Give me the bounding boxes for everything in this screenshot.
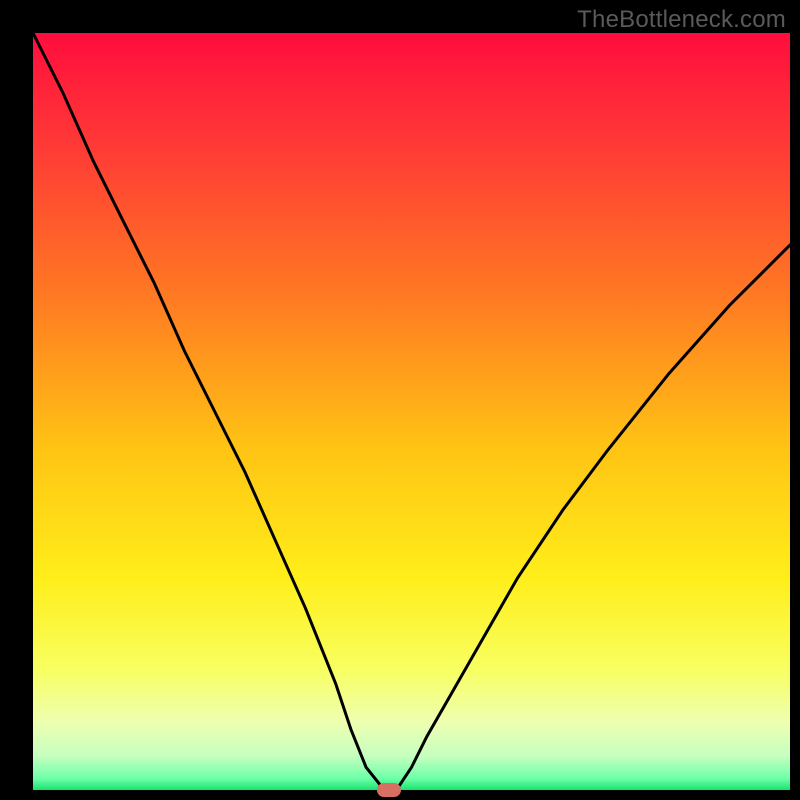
optimal-point-marker: [377, 783, 401, 797]
bottleneck-chart: [0, 0, 800, 800]
watermark-text: TheBottleneck.com: [577, 6, 786, 34]
chart-frame: TheBottleneck.com: [0, 0, 800, 800]
plot-background: [33, 33, 790, 790]
